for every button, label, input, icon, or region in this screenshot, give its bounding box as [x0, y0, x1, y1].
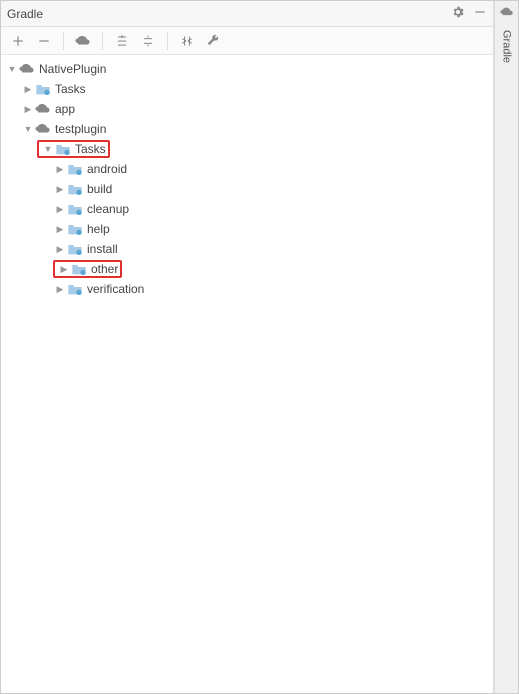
highlight-box: ▼ Tasks: [37, 140, 110, 158]
tree-node-label: verification: [87, 282, 144, 296]
folder-tasks-icon: [67, 181, 83, 197]
toolbar-separator: [167, 32, 168, 50]
gradle-module-icon: [35, 121, 51, 137]
highlight-box: ▶ other: [53, 260, 122, 278]
tree-node-label: android: [87, 162, 127, 176]
folder-tasks-icon: [67, 201, 83, 217]
tree-node-task-group[interactable]: ▶ android: [1, 159, 493, 179]
expand-all-button[interactable]: [111, 30, 133, 52]
tree-node-task-group[interactable]: ▶ verification: [1, 279, 493, 299]
folder-tasks-icon: [55, 141, 71, 157]
gradle-tree[interactable]: ▼ NativePlugin ▶ Tasks ▶ app: [1, 55, 493, 693]
toolbar-separator: [102, 32, 103, 50]
tree-node-app[interactable]: ▶ app: [1, 99, 493, 119]
tree-node-task-group-other[interactable]: ▶ other: [1, 259, 493, 279]
chevron-right-icon[interactable]: ▶: [57, 264, 71, 275]
sidebar-tab-gradle[interactable]: Gradle: [499, 26, 515, 67]
tree-node-label: build: [87, 182, 112, 196]
tree-node-label: testplugin: [55, 122, 106, 136]
chevron-right-icon[interactable]: ▶: [53, 184, 67, 195]
tree-node-label: other: [91, 262, 118, 276]
tree-node-task-group[interactable]: ▶ help: [1, 219, 493, 239]
chevron-down-icon[interactable]: ▼: [21, 124, 35, 134]
tree-node-label: install: [87, 242, 118, 256]
tree-node-task-group[interactable]: ▶ cleanup: [1, 199, 493, 219]
panel-title: Gradle: [7, 7, 451, 21]
chevron-right-icon[interactable]: ▶: [53, 284, 67, 295]
chevron-right-icon[interactable]: ▶: [21, 84, 35, 95]
folder-tasks-icon: [67, 161, 83, 177]
toolbar: [1, 27, 493, 55]
chevron-right-icon[interactable]: ▶: [53, 224, 67, 235]
tree-node-label: Tasks: [55, 82, 86, 96]
folder-tasks-icon: [67, 241, 83, 257]
tree-node-root[interactable]: ▼ NativePlugin: [1, 59, 493, 79]
folder-tasks-icon: [71, 261, 87, 277]
remove-button[interactable]: [33, 30, 55, 52]
folder-tasks-icon: [35, 81, 51, 97]
panel-title-actions: [451, 5, 487, 22]
reload-button[interactable]: [72, 30, 94, 52]
folder-tasks-icon: [67, 281, 83, 297]
panel-title-bar: Gradle: [1, 1, 493, 27]
tree-node-label: cleanup: [87, 202, 129, 216]
tree-node-label: Tasks: [75, 142, 106, 156]
right-sidebar: Gradle: [494, 1, 518, 693]
minimize-icon[interactable]: [473, 5, 487, 22]
gradle-module-icon: [35, 101, 51, 117]
toolbar-separator: [63, 32, 64, 50]
tree-node-testplugin[interactable]: ▼ testplugin: [1, 119, 493, 139]
tree-node-task-group[interactable]: ▶ install: [1, 239, 493, 259]
tree-node-label: app: [55, 102, 75, 116]
wrench-button[interactable]: [202, 30, 224, 52]
chevron-right-icon[interactable]: ▶: [53, 164, 67, 175]
tree-node-tasks[interactable]: ▶ Tasks: [1, 79, 493, 99]
gradle-panel: Gradle: [1, 1, 494, 693]
collapse-all-button[interactable]: [137, 30, 159, 52]
tree-node-label: NativePlugin: [39, 62, 106, 76]
tree-node-testplugin-tasks[interactable]: ▼ Tasks: [1, 139, 493, 159]
tree-node-task-group[interactable]: ▶ build: [1, 179, 493, 199]
chevron-right-icon[interactable]: ▶: [53, 244, 67, 255]
chevron-down-icon[interactable]: ▼: [5, 64, 19, 74]
folder-tasks-icon: [67, 221, 83, 237]
tree-node-label: help: [87, 222, 110, 236]
add-button[interactable]: [7, 30, 29, 52]
chevron-right-icon[interactable]: ▶: [53, 204, 67, 215]
gradle-icon[interactable]: [500, 5, 514, 22]
settings-icon[interactable]: [451, 5, 465, 22]
chevron-right-icon[interactable]: ▶: [21, 104, 35, 115]
toggle-offline-button[interactable]: [176, 30, 198, 52]
chevron-down-icon[interactable]: ▼: [41, 144, 55, 154]
gradle-project-icon: [19, 61, 35, 77]
